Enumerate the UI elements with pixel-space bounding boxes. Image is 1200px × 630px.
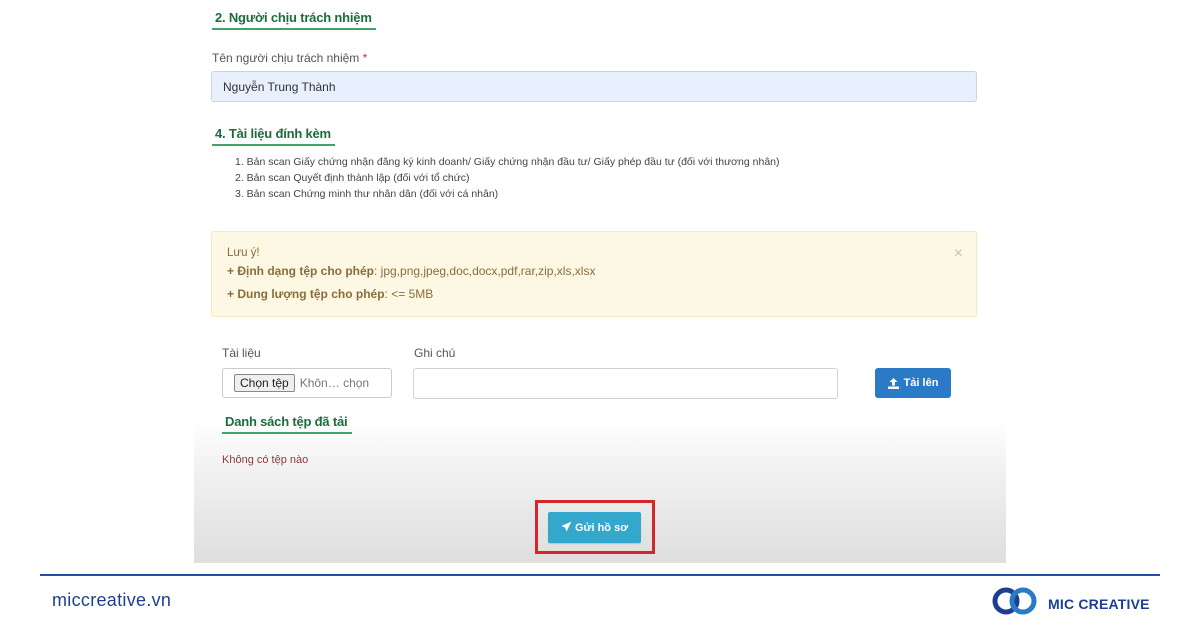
alert-title: Lưu ý! (227, 247, 260, 259)
note-input[interactable] (413, 368, 838, 399)
list-item: 2. Bản scan Quyết định thành lập (đối vớ… (235, 172, 470, 184)
document-label: Tài liệu (222, 346, 261, 360)
upload-button-label: Tải lên (903, 377, 939, 389)
file-input[interactable]: Chọn tệp Khôn… chọn (222, 368, 392, 398)
allowed-size-value: : <= 5MB (384, 287, 434, 301)
responsible-name-label: Tên người chịu trách nhiệm * (212, 51, 367, 65)
infinity-logo-icon (992, 586, 1038, 621)
list-item: 3. Bản scan Chứng minh thư nhân dân (đối… (235, 188, 499, 200)
upload-icon (887, 377, 899, 389)
file-notice-alert: Lưu ý! + Định dạng tệp cho phép: jpg,png… (211, 231, 977, 317)
note-label: Ghi chú (414, 346, 456, 360)
brand-name: MIC CREATIVE (1048, 595, 1150, 612)
allowed-formats-line: + Định dạng tệp cho phép: jpg,png,jpeg,d… (227, 264, 595, 278)
section-attachments-title: 4. Tài liệu đính kèm (212, 126, 335, 146)
no-files-message: Không có tệp nào (222, 454, 309, 466)
list-item: 1. Bản scan Giấy chứng nhận đăng ký kinh… (235, 156, 780, 168)
allowed-size-label: + Dung lượng tệp cho phép (227, 287, 385, 301)
paper-plane-icon (561, 521, 572, 535)
required-mark: * (362, 51, 368, 65)
submit-button-label: Gửi hồ sơ (574, 521, 629, 534)
submit-application-button[interactable]: Gửi hồ sơ (548, 512, 641, 543)
brand-logo: MIC CREATIVE (992, 586, 1150, 621)
responsible-name-label-text: Tên người chịu trách nhiệm (212, 51, 360, 65)
responsible-name-input[interactable]: Nguyễn Trung Thành (211, 71, 977, 102)
allowed-formats-value: : jpg,png,jpeg,doc,docx,pdf,rar,zip,xls,… (374, 264, 596, 278)
file-status-text: Khôn… chọn (299, 376, 370, 390)
attachment-requirements-list: 1. Bản scan Giấy chứng nhận đăng ký kinh… (235, 154, 780, 202)
allowed-formats-label: + Định dạng tệp cho phép (227, 264, 374, 278)
footer-divider (40, 574, 1160, 576)
upload-button[interactable]: Tải lên (875, 368, 951, 398)
section-responsible-person-title: 2. Người chịu trách nhiệm (212, 10, 376, 30)
choose-file-button[interactable]: Chọn tệp (234, 374, 295, 392)
footer-website: miccreative.vn (52, 590, 172, 610)
allowed-size-line: + Dung lượng tệp cho phép: <= 5MB (227, 287, 433, 301)
close-icon[interactable]: × (954, 245, 963, 263)
uploaded-files-title: Danh sách tệp đã tải (222, 414, 353, 434)
